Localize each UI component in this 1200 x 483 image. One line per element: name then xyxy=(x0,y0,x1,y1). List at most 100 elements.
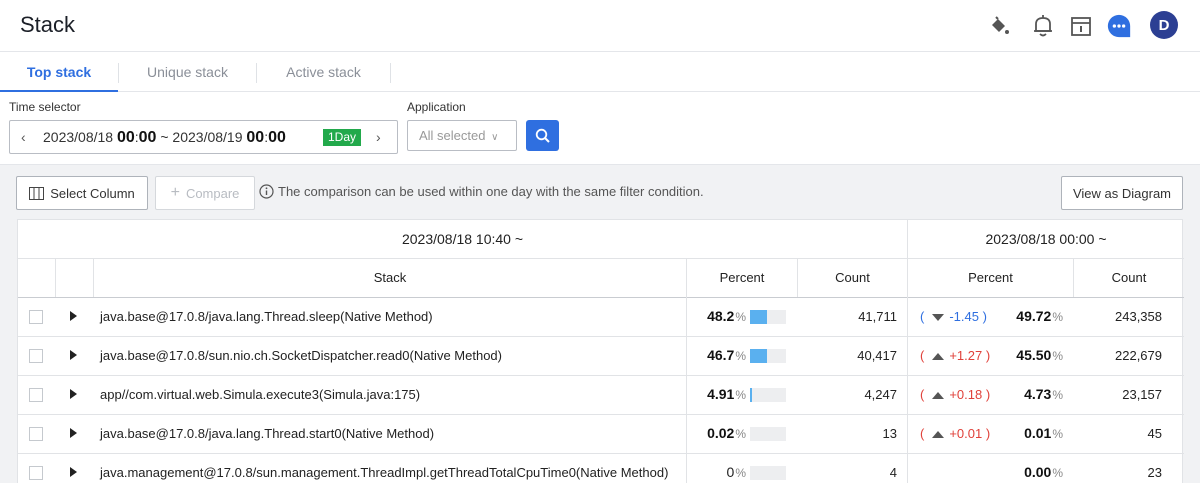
triangle-up-icon xyxy=(932,352,945,360)
chevron-down-icon: ∨ xyxy=(491,132,499,143)
filter-bar: Time selector ‹ 2023/08/18 00:00 ~ 2023/… xyxy=(0,92,1200,164)
expand-arrow-icon[interactable] xyxy=(70,467,77,477)
compare-percent-column-header[interactable]: Percent xyxy=(908,259,1073,297)
divider xyxy=(1073,259,1074,297)
tab-unique-stack[interactable]: Unique stack xyxy=(119,53,256,92)
percent-bar xyxy=(750,427,786,441)
expand-arrow-icon[interactable] xyxy=(70,350,77,360)
compare-percent-value: 0.01% xyxy=(1024,425,1063,441)
tab-active-stack[interactable]: Active stack xyxy=(257,53,390,92)
compare-count-column-header[interactable]: Count xyxy=(1074,259,1184,297)
calendar-icon[interactable] xyxy=(1068,12,1094,40)
page-title: Stack xyxy=(20,12,76,37)
stack-table: 2023/08/18 10:40 ~ 2023/08/18 00:00 ~ St… xyxy=(17,219,1184,483)
compare-percent-value: 45.50% xyxy=(1016,347,1063,363)
results-panel: Select Column + Compare The comparison c… xyxy=(0,164,1200,483)
stack-name[interactable]: app//com.virtual.web.Simula.execute3(Sim… xyxy=(100,387,420,402)
columns-icon xyxy=(29,186,45,200)
user-avatar[interactable]: D xyxy=(1150,11,1178,39)
application-select[interactable]: All selected ∨ xyxy=(407,120,517,151)
stack-column-header[interactable]: Stack xyxy=(94,259,686,297)
view-as-diagram-button[interactable]: View as Diagram xyxy=(1061,176,1183,210)
table-row[interactable]: java.base@17.0.8/java.lang.Thread.sleep(… xyxy=(18,298,1184,337)
next-range-icon[interactable]: › xyxy=(376,129,381,145)
table-row[interactable]: java.base@17.0.8/java.lang.Thread.start0… xyxy=(18,415,1184,454)
page-header: Stack D xyxy=(0,0,1200,52)
paint-bucket-icon[interactable] xyxy=(986,12,1012,40)
plus-icon: + xyxy=(170,184,180,201)
triangle-up-icon xyxy=(932,430,945,438)
delta-value: -1.45 xyxy=(949,309,979,324)
table-row[interactable]: java.base@17.0.8/sun.nio.ch.SocketDispat… xyxy=(18,337,1184,376)
expand-arrow-icon[interactable] xyxy=(70,311,77,321)
percent-bar xyxy=(750,349,786,363)
tab-bar: Top stack Unique stack Active stack xyxy=(0,53,1200,92)
triangle-down-icon xyxy=(932,313,945,321)
expand-arrow-icon[interactable] xyxy=(70,428,77,438)
stack-name[interactable]: java.management@17.0.8/sun.management.Th… xyxy=(100,465,668,480)
range-badge: 1Day xyxy=(323,129,362,146)
delta-value: +0.18 xyxy=(949,387,983,402)
divider xyxy=(797,259,798,297)
row-checkbox[interactable] xyxy=(29,388,43,402)
chat-icon[interactable] xyxy=(1106,12,1132,40)
compare-button[interactable]: + Compare xyxy=(155,176,255,210)
row-checkbox[interactable] xyxy=(29,349,43,363)
triangle-up-icon xyxy=(932,391,945,399)
divider xyxy=(18,258,1184,259)
time-selector[interactable]: ‹ 2023/08/18 00:00 ~ 2023/08/19 00:00 1D… xyxy=(9,120,398,154)
compare-count-value: 243,358 xyxy=(1115,309,1162,324)
table-row[interactable]: app//com.virtual.web.Simula.execute3(Sim… xyxy=(18,376,1184,415)
delta-indicator: (+1.27 ) xyxy=(920,348,991,363)
count-value: 4 xyxy=(889,465,897,480)
compare-percent-value: 4.73% xyxy=(1024,386,1063,402)
percent-bar-fill xyxy=(750,388,752,402)
row-checkbox[interactable] xyxy=(29,466,43,480)
comparison-note: The comparison can be used within one da… xyxy=(259,184,704,199)
percent-bar-fill xyxy=(750,310,768,324)
delta-indicator: (+0.01 ) xyxy=(920,426,991,441)
select-column-button[interactable]: Select Column xyxy=(16,176,148,210)
divider xyxy=(55,259,56,297)
time-selector-label: Time selector xyxy=(9,100,81,114)
current-time-header: 2023/08/18 10:40 ~ xyxy=(401,231,524,247)
stack-name[interactable]: java.base@17.0.8/sun.nio.ch.SocketDispat… xyxy=(100,348,502,363)
avatar-letter: D xyxy=(1158,16,1170,34)
prev-range-icon[interactable]: ‹ xyxy=(21,129,26,145)
search-button[interactable] xyxy=(526,120,559,151)
compare-count-value: 23 xyxy=(1147,465,1162,480)
count-value: 41,711 xyxy=(858,309,897,324)
delta-indicator: (+0.18 ) xyxy=(920,387,991,402)
search-icon xyxy=(535,128,550,143)
row-checkbox[interactable] xyxy=(29,310,43,324)
delta-indicator: (-1.45 ) xyxy=(920,309,987,324)
count-value: 40,417 xyxy=(857,348,897,363)
tab-divider xyxy=(390,63,391,83)
divider xyxy=(93,259,94,297)
compare-count-value: 222,679 xyxy=(1115,348,1162,363)
info-icon xyxy=(259,184,274,199)
bell-icon[interactable] xyxy=(1030,12,1056,40)
percent-column-header[interactable]: Percent xyxy=(687,259,797,297)
stack-name[interactable]: java.base@17.0.8/java.lang.Thread.start0… xyxy=(100,426,434,441)
percent-bar xyxy=(750,310,786,324)
delta-value: +0.01 xyxy=(949,426,983,441)
percent-bar xyxy=(750,388,786,402)
count-column-header[interactable]: Count xyxy=(798,259,907,297)
percent-bar xyxy=(750,466,786,480)
stack-name[interactable]: java.base@17.0.8/java.lang.Thread.sleep(… xyxy=(100,309,433,324)
table-row[interactable]: java.management@17.0.8/sun.management.Th… xyxy=(18,454,1184,483)
compare-percent-value: 49.72% xyxy=(1016,308,1063,324)
application-label: Application xyxy=(407,100,466,114)
compare-count-value: 23,157 xyxy=(1122,387,1162,402)
compare-percent-value: 0.00% xyxy=(1024,464,1063,480)
percent-value: 48.2% xyxy=(707,308,746,324)
percent-value: 0% xyxy=(726,464,746,480)
delta-value: +1.27 xyxy=(949,348,983,363)
count-value: 13 xyxy=(882,426,897,441)
row-checkbox[interactable] xyxy=(29,427,43,441)
percent-value: 46.7% xyxy=(707,347,746,363)
expand-arrow-icon[interactable] xyxy=(70,389,77,399)
tab-top-stack[interactable]: Top stack xyxy=(0,53,118,92)
count-value: 4,247 xyxy=(864,387,897,402)
